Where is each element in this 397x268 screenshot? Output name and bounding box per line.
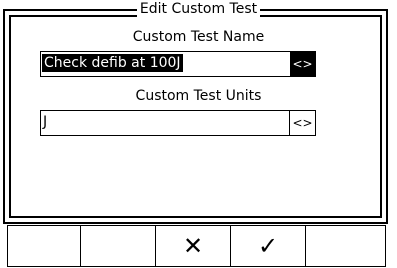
custom-test-name-label: Custom Test Name — [132, 29, 265, 45]
softkey-1-label — [8, 226, 80, 266]
custom-test-name-value: Check defib at 100J — [42, 54, 183, 72]
cancel-button[interactable]: ✕ — [156, 226, 231, 266]
name-edit-button[interactable]: <> — [289, 52, 315, 76]
softkey-5[interactable] — [306, 226, 385, 266]
units-edit-button[interactable]: <> — [289, 111, 315, 135]
confirm-button[interactable]: ✓ — [231, 226, 306, 266]
custom-test-units-label: Custom Test Units — [135, 88, 262, 104]
checkmark-icon: ✓ — [257, 232, 279, 260]
softkey-5-label — [306, 226, 385, 266]
edit-custom-test-screen: Edit Custom Test Custom Test Name Check … — [0, 0, 397, 268]
close-icon: ✕ — [182, 232, 204, 260]
custom-test-units-value: J — [43, 114, 48, 130]
softkey-2[interactable] — [81, 226, 156, 266]
softkey-bar: ✕ ✓ — [7, 225, 386, 267]
softkey-1[interactable] — [8, 226, 81, 266]
softkey-2-label — [81, 226, 155, 266]
custom-test-units-field[interactable]: J <> — [40, 110, 316, 136]
dialog-title: Edit Custom Test — [136, 1, 261, 17]
custom-test-name-field[interactable]: Check defib at 100J <> — [40, 51, 316, 77]
dialog-title-bar: Edit Custom Test — [0, 1, 397, 17]
